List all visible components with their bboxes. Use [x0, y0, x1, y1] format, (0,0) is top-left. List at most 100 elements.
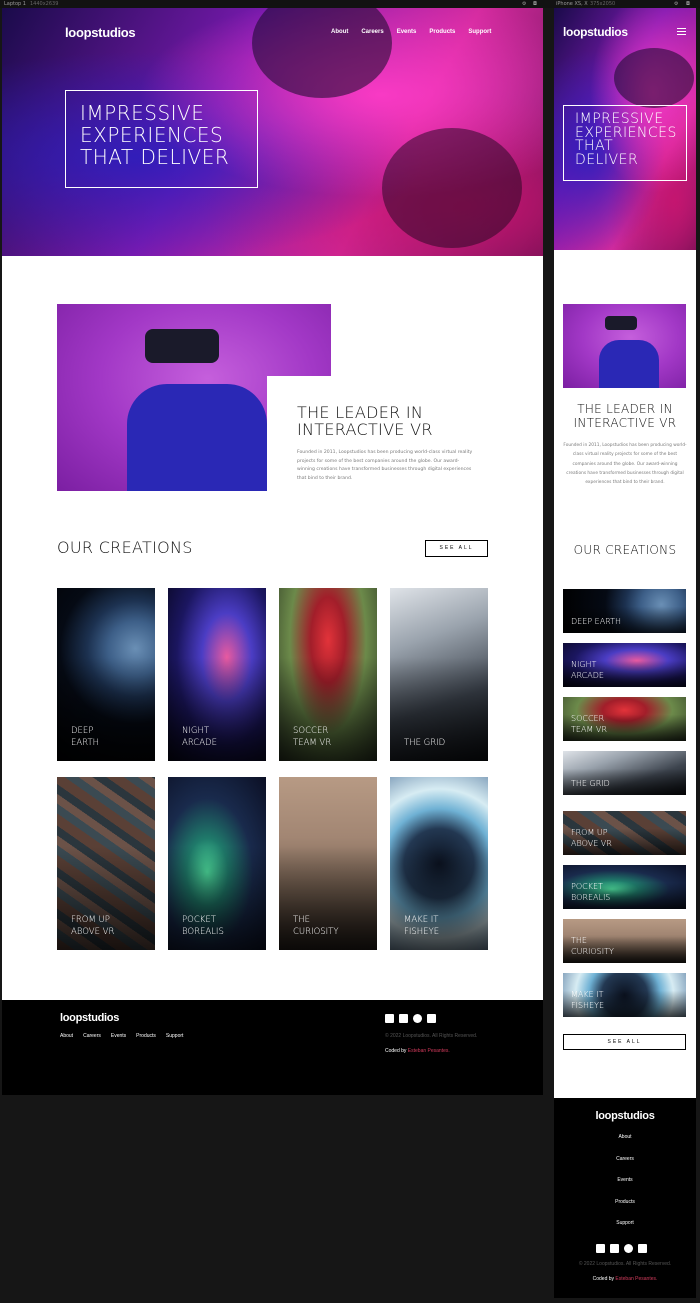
creation-card[interactable]: Night Arcade	[168, 588, 266, 761]
creation-card-label: The Grid	[404, 737, 446, 748]
settings-icon[interactable]: ⚙	[674, 1, 678, 7]
hero-image-shape	[382, 128, 522, 248]
logo[interactable]: loopstudios	[563, 25, 628, 39]
coded-by: Coded by Esteban Pesantes.	[385, 1048, 450, 1054]
footer-nav: About Careers Events Products Support	[60, 1033, 183, 1039]
coded-by-link[interactable]: Esteban Pesantes.	[615, 1276, 657, 1282]
footer-nav-about[interactable]: About	[554, 1134, 696, 1140]
creations-title: Our creations	[573, 543, 677, 557]
phone-preview: loopstudios Impressive experiences that …	[554, 8, 696, 1298]
creation-card[interactable]: Soccer Team VR	[279, 588, 377, 761]
preview-toolbar: Laptop 1 1440x2639 ⚙ ◘ iPhone XS, X 375x…	[0, 0, 700, 8]
laptop-size-label: 1440x2639	[30, 1, 59, 7]
logo[interactable]: loopstudios	[65, 25, 136, 40]
coded-by: Coded by Esteban Pesantes.	[554, 1276, 696, 1282]
footer-nav-products[interactable]: Products	[136, 1033, 156, 1039]
footer-nav-careers[interactable]: Careers	[554, 1156, 696, 1162]
main-nav: About Careers Events Products Support	[331, 29, 491, 35]
creation-card[interactable]: Make it Fisheye	[390, 777, 488, 950]
creation-card-label: Pocket Borealis	[571, 882, 611, 902]
vr-headset-shape	[605, 316, 637, 330]
twitter-icon[interactable]	[610, 1244, 619, 1253]
nav-products[interactable]: Products	[429, 29, 455, 35]
creation-card-label: The Curiosity	[293, 915, 339, 937]
nav-about[interactable]: About	[331, 29, 348, 35]
footer-nav-events[interactable]: Events	[554, 1177, 696, 1183]
creation-card-label: Deep Earth	[71, 726, 100, 748]
social-links	[385, 1014, 436, 1023]
creation-card-label: Night Arcade	[182, 726, 217, 748]
creation-card-label: From up above VR	[71, 915, 115, 937]
hero-title: Impressive experiences that deliver	[563, 105, 687, 181]
creation-card[interactable]: Night Arcade	[563, 643, 686, 687]
hero-title: Impressive experiences that deliver	[65, 90, 258, 188]
instagram-icon[interactable]	[638, 1244, 647, 1253]
camera-icon[interactable]: ◘	[686, 1, 690, 7]
hero-image-shape	[252, 8, 392, 98]
creation-card-label: The Grid	[571, 779, 610, 788]
creation-card[interactable]: Soccer Team VR	[563, 697, 686, 741]
creation-card-label: Make it Fisheye	[571, 990, 605, 1010]
about-text: Founded in 2011, Loopstudios has been pr…	[563, 443, 687, 486]
creation-card[interactable]: The Curiosity	[563, 919, 686, 963]
footer-nav: About Careers Events Products Support	[554, 1134, 696, 1226]
about-text: Founded in 2011, Loopstudios has been pr…	[297, 450, 473, 482]
see-all-button[interactable]: See all	[563, 1034, 686, 1050]
creation-card[interactable]: The Grid	[563, 751, 686, 795]
hero-section: loopstudios Impressive experiences that …	[554, 8, 696, 250]
pinterest-icon[interactable]	[624, 1244, 633, 1253]
phone-size-label: 375x2050	[590, 1, 616, 7]
coded-by-link[interactable]: Esteban Pesantes.	[408, 1048, 450, 1054]
nav-events[interactable]: Events	[397, 29, 417, 35]
creation-card[interactable]: Deep Earth	[57, 588, 155, 761]
coded-by-prefix: Coded by	[592, 1276, 615, 1282]
footer-nav-products[interactable]: Products	[554, 1199, 696, 1205]
settings-icon[interactable]: ⚙	[522, 1, 526, 7]
copyright: © 2022 Loopstudios. All Rights Reserved.	[578, 1261, 672, 1267]
creation-card[interactable]: The Grid	[390, 588, 488, 761]
creation-card[interactable]: From up above VR	[57, 777, 155, 950]
creation-card[interactable]: Pocket Borealis	[563, 865, 686, 909]
nav-support[interactable]: Support	[468, 29, 491, 35]
creation-card[interactable]: From up above VR	[563, 811, 686, 855]
instagram-icon[interactable]	[427, 1014, 436, 1023]
creations-title: Our creations	[57, 538, 193, 557]
creation-card-label: Soccer Team VR	[293, 726, 332, 748]
hero-image-shape	[614, 48, 694, 108]
creation-card-label: Make it Fisheye	[404, 915, 440, 937]
footer-nav-events[interactable]: Events	[111, 1033, 126, 1039]
footer-nav-support[interactable]: Support	[554, 1220, 696, 1226]
pinterest-icon[interactable]	[413, 1014, 422, 1023]
creation-card[interactable]: The Curiosity	[279, 777, 377, 950]
creation-card-label: The Curiosity	[571, 936, 614, 956]
creation-card-label: From up above VR	[571, 828, 612, 848]
hamburger-menu-icon[interactable]	[677, 28, 686, 35]
footer-nav-careers[interactable]: Careers	[83, 1033, 101, 1039]
creation-card-label: Night Arcade	[571, 660, 604, 680]
about-image	[563, 304, 686, 388]
creation-card[interactable]: Pocket Borealis	[168, 777, 266, 950]
see-all-button[interactable]: See all	[425, 540, 488, 557]
twitter-icon[interactable]	[399, 1014, 408, 1023]
footer-nav-support[interactable]: Support	[166, 1033, 184, 1039]
person-shape	[127, 384, 267, 491]
phone-device-label: iPhone XS, X	[556, 1, 588, 7]
creation-card[interactable]: Make it Fisheye	[563, 973, 686, 1017]
coded-by-prefix: Coded by	[385, 1048, 407, 1054]
hero-section: loopstudios About Careers Events Product…	[2, 8, 543, 256]
creation-card-label: Soccer Team VR	[571, 714, 607, 734]
camera-icon[interactable]: ◘	[533, 1, 537, 7]
facebook-icon[interactable]	[385, 1014, 394, 1023]
about-card: The leader in interactive VR Founded in …	[267, 376, 477, 496]
footer-logo[interactable]: loopstudios	[60, 1012, 119, 1024]
person-shape	[599, 340, 659, 388]
creation-card-label: Pocket Borealis	[182, 915, 224, 937]
about-title: The leader in interactive VR	[297, 403, 433, 439]
footer-nav-about[interactable]: About	[60, 1033, 73, 1039]
footer-logo[interactable]: loopstudios	[554, 1110, 696, 1122]
facebook-icon[interactable]	[596, 1244, 605, 1253]
nav-careers[interactable]: Careers	[361, 29, 383, 35]
creation-card[interactable]: Deep Earth	[563, 589, 686, 633]
social-links	[596, 1244, 647, 1253]
copyright: © 2022 Loopstudios. All Rights Reserved.	[385, 1033, 478, 1039]
